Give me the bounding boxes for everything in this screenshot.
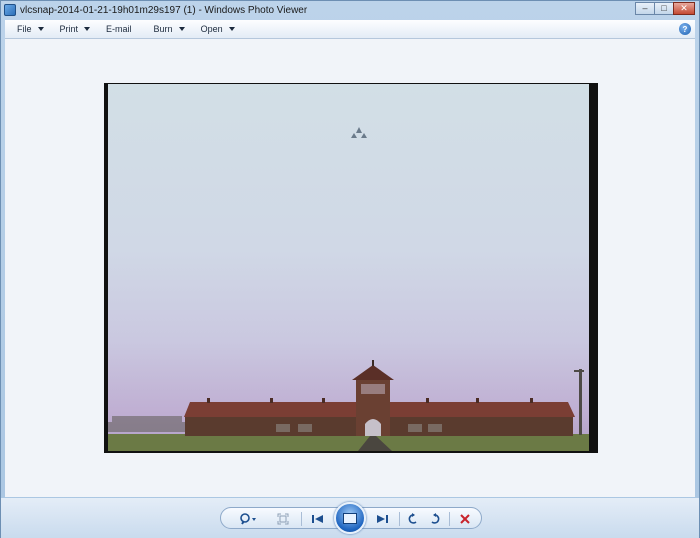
- rotate-clockwise-button[interactable]: [427, 512, 443, 526]
- rotate-counterclockwise-button[interactable]: [405, 512, 421, 526]
- aircraft-formation: [351, 127, 367, 138]
- actual-size-icon: [277, 513, 289, 525]
- chevron-down-icon: [84, 27, 91, 31]
- photo-frame: [104, 83, 598, 453]
- delete-icon: [460, 514, 470, 524]
- toolbar-separator: [449, 512, 450, 526]
- fence-post: [579, 369, 582, 435]
- next-button[interactable]: [373, 512, 391, 526]
- toolbar-separator: [399, 512, 400, 526]
- actual-size-button[interactable]: [275, 512, 291, 526]
- tower-windows: [361, 384, 385, 394]
- menu-bar: File Print E-mail Burn Open ?: [5, 20, 695, 39]
- menu-print-label: Print: [59, 24, 79, 34]
- photo-viewer-window: vlcsnap-2014-01-21-19h01m29s197 (1) - Wi…: [0, 0, 700, 538]
- menu-file[interactable]: File: [17, 24, 44, 34]
- menu-email-label: E-mail: [106, 24, 132, 34]
- slideshow-button[interactable]: [334, 502, 366, 534]
- menu-open[interactable]: Open: [201, 24, 235, 34]
- maximize-button[interactable]: □: [654, 2, 674, 15]
- photo-viewer-app-icon: [4, 4, 16, 16]
- displayed-photo[interactable]: [108, 84, 589, 451]
- next-icon: [377, 515, 388, 523]
- menu-burn-label: Burn: [153, 24, 173, 34]
- menu-open-label: Open: [200, 24, 223, 34]
- close-button[interactable]: ✕: [673, 2, 695, 15]
- magnifier-icon: [240, 513, 256, 525]
- toolbar-separator: [301, 512, 302, 526]
- gate-archway: [365, 419, 381, 436]
- menu-file-label: File: [17, 24, 32, 34]
- navigation-controls: [220, 502, 482, 534]
- rotate-clockwise-icon: [431, 513, 440, 524]
- menu-burn[interactable]: Burn: [154, 24, 185, 34]
- image-viewport: [5, 39, 695, 497]
- minimize-button[interactable]: –: [635, 2, 655, 15]
- slideshow-icon: [343, 512, 357, 524]
- menu-email[interactable]: E-mail: [106, 24, 132, 34]
- bottom-toolbar: [1, 498, 699, 538]
- chevron-down-icon: [37, 27, 44, 31]
- chevron-down-icon: [178, 27, 185, 31]
- distant-trees: [108, 416, 188, 432]
- ground: [108, 434, 589, 451]
- photo-scene: [108, 127, 589, 451]
- menu-print[interactable]: Print: [60, 24, 91, 34]
- previous-icon: [312, 515, 323, 523]
- zoom-button[interactable]: [237, 512, 259, 526]
- gate-tower-roof: [352, 365, 394, 380]
- window-controls: – □ ✕: [635, 2, 695, 15]
- help-icon[interactable]: ?: [679, 23, 691, 35]
- rotate-counterclockwise-icon: [408, 513, 417, 524]
- previous-button[interactable]: [309, 512, 327, 526]
- chevron-down-icon: [228, 27, 235, 31]
- delete-button[interactable]: [457, 512, 473, 526]
- title-bar[interactable]: vlcsnap-2014-01-21-19h01m29s197 (1) - Wi…: [1, 1, 699, 19]
- window-title: vlcsnap-2014-01-21-19h01m29s197 (1) - Wi…: [20, 4, 308, 16]
